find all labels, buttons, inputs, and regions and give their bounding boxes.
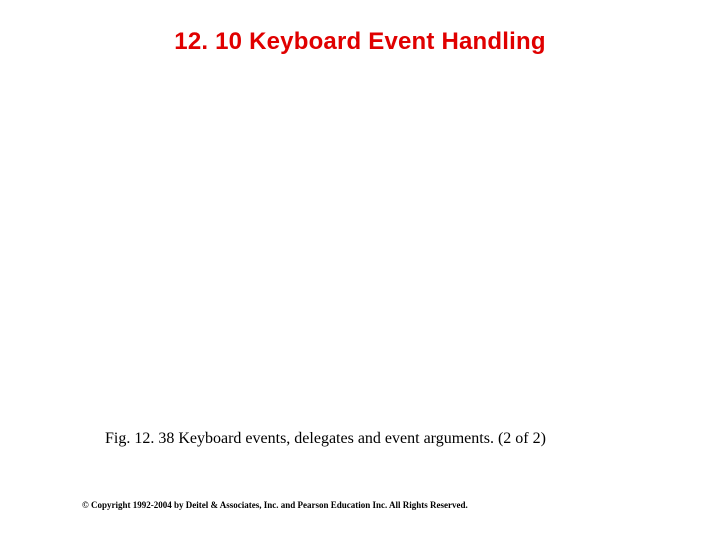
figure-caption: Fig. 12. 38 Keyboard events, delegates a… xyxy=(105,430,546,448)
slide: 12. 10 Keyboard Event Handling Fig. 12. … xyxy=(0,0,720,540)
slide-title: 12. 10 Keyboard Event Handling xyxy=(0,28,720,56)
copyright-notice: © Copyright 1992-2004 by Deitel & Associ… xyxy=(82,500,468,510)
